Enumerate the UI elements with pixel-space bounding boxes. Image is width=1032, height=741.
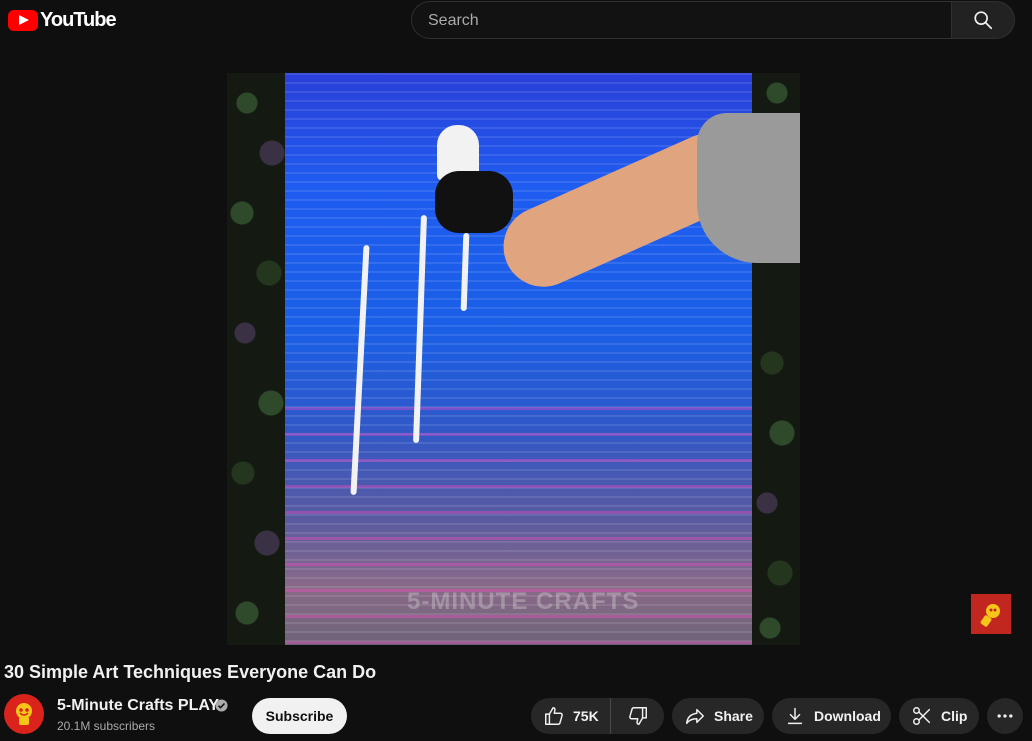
download-button[interactable]: Download [772, 698, 891, 734]
thumbs-up-icon [545, 707, 563, 725]
play-logo-icon [8, 10, 38, 31]
download-icon [787, 707, 803, 725]
like-button[interactable]: 75K [531, 698, 611, 734]
video-watermark: 5-MINUTE CRAFTS [407, 588, 640, 615]
verified-icon [215, 699, 228, 712]
search-icon [974, 11, 993, 30]
scissors-icon [913, 707, 931, 725]
share-button[interactable]: Share [672, 698, 764, 734]
search-input[interactable] [426, 2, 940, 40]
video-title: 30 Simple Art Techniques Everyone Can Do [4, 662, 377, 682]
sleeve [697, 113, 800, 263]
foliage-left [227, 73, 289, 645]
lightbulb-icon [16, 703, 32, 725]
top-bar: YouTube [0, 0, 1032, 44]
video-player[interactable]: 5-MINUTE CRAFTS [227, 73, 800, 645]
logo-text: YouTube [40, 9, 117, 31]
channel-avatar[interactable] [4, 694, 44, 734]
like-count: 75K [573, 708, 599, 724]
like-dislike-group: 75K [531, 698, 664, 734]
subscriber-count: 20.1M subscribers [57, 719, 156, 733]
more-actions-button[interactable] [987, 698, 1023, 734]
channel-name[interactable]: 5-Minute Crafts PLAY [57, 697, 219, 715]
channel-watermark-icon[interactable] [971, 594, 1011, 634]
share-label: Share [714, 708, 753, 724]
dislike-button[interactable] [611, 698, 664, 734]
subscribe-button[interactable]: Subscribe [252, 698, 347, 734]
clip-button[interactable]: Clip [899, 698, 979, 734]
search-box[interactable] [411, 1, 951, 40]
download-label: Download [814, 708, 881, 724]
black-glove [435, 171, 513, 233]
youtube-logo[interactable]: YouTube [8, 9, 117, 32]
thumbs-down-icon [628, 707, 647, 725]
more-horizontal-icon [997, 714, 1013, 718]
share-icon [686, 708, 704, 725]
search-button[interactable] [951, 1, 1015, 39]
clip-label: Clip [941, 708, 968, 724]
